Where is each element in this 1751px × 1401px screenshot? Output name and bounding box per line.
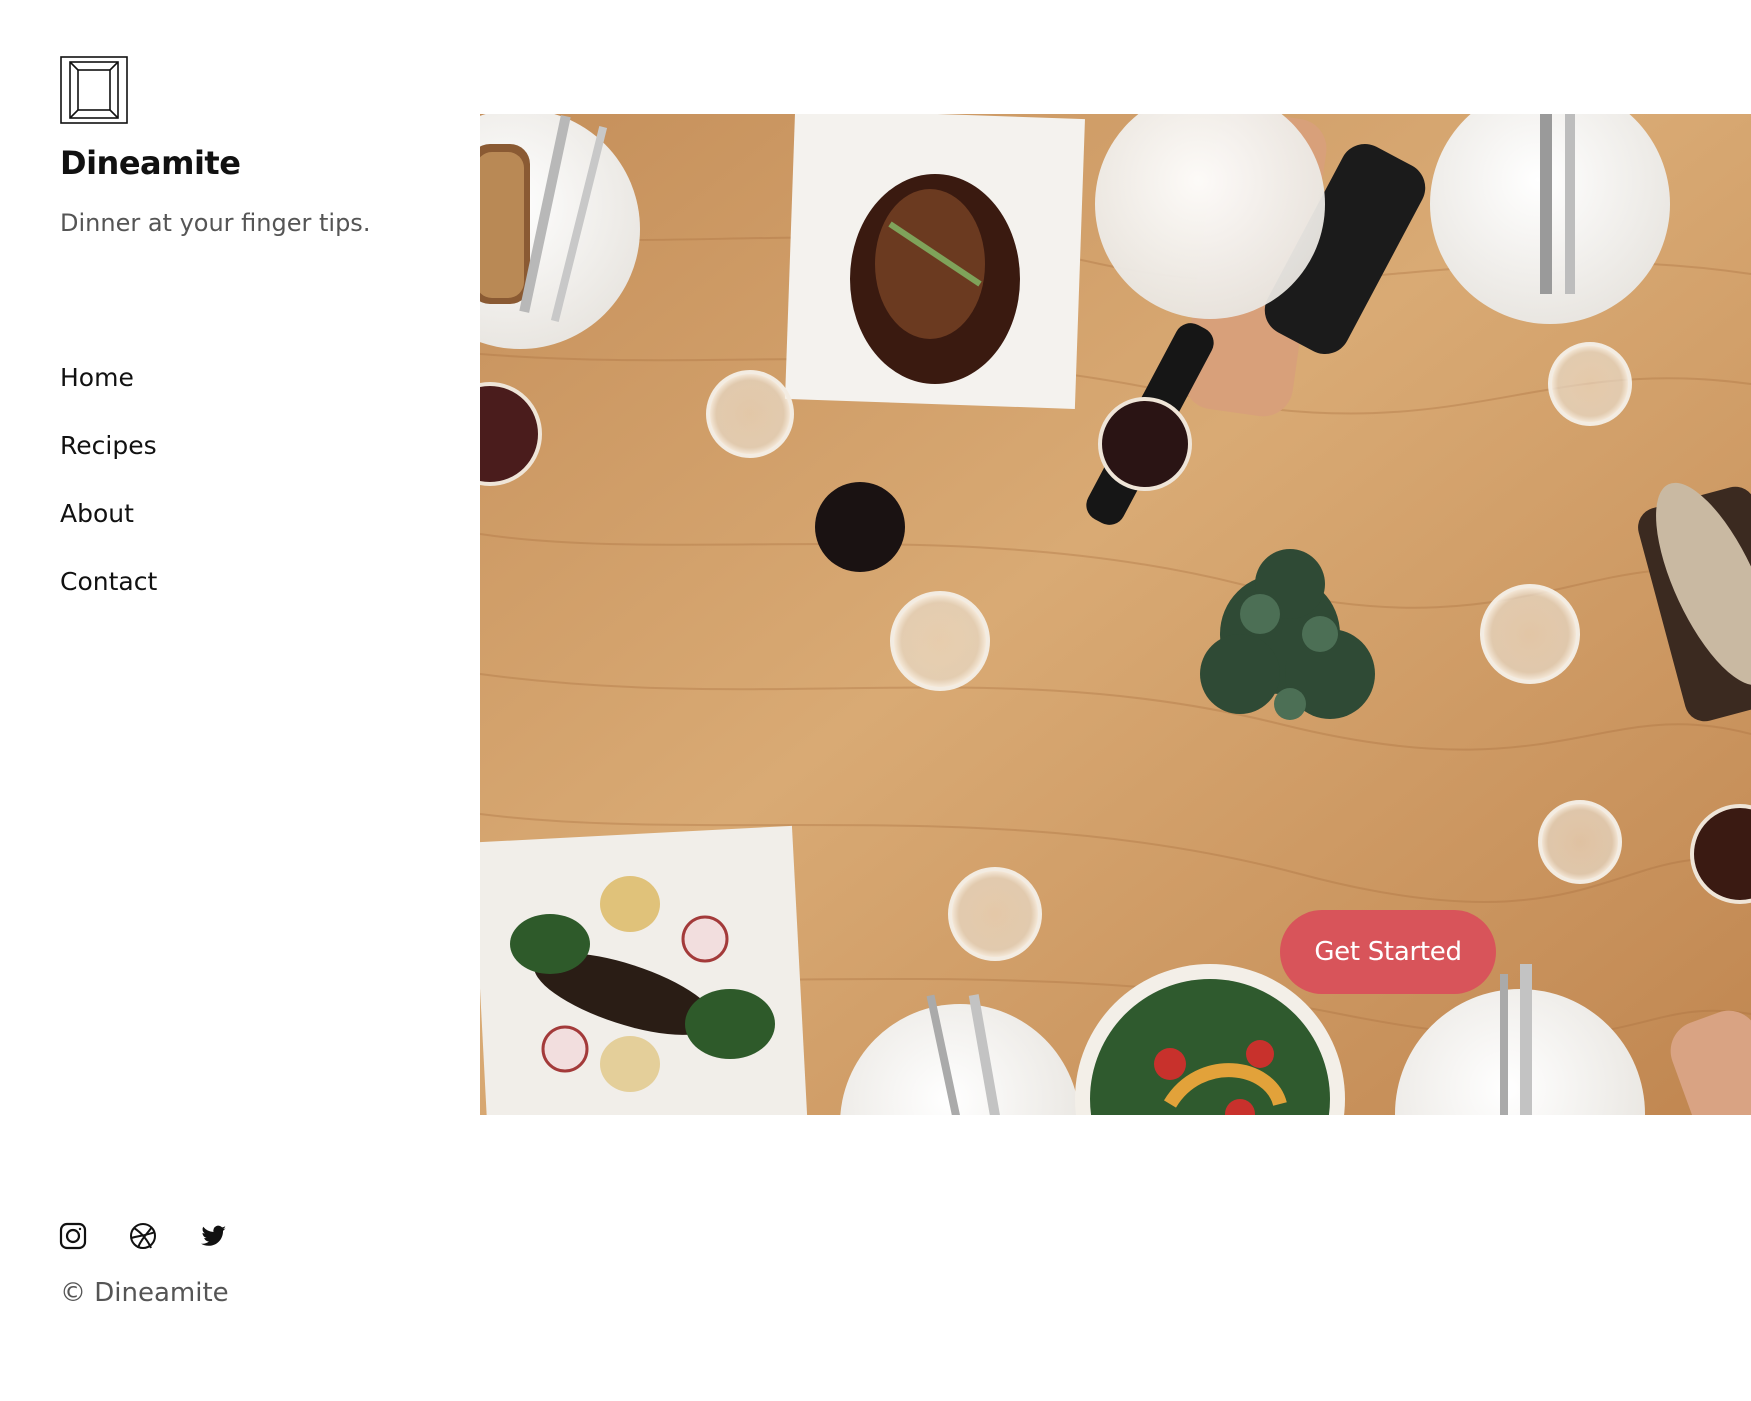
logo-icon[interactable] [60,56,128,124]
page: Dineamite Dinner at your finger tips. Ho… [0,0,1751,1401]
get-started-button[interactable]: Get Started [1280,910,1496,994]
nav-item-recipes[interactable]: Recipes [60,424,157,492]
copyright-text: © Dineamite [60,1278,229,1308]
hero-illustration [480,114,1751,1115]
nav-item-about[interactable]: About [60,492,157,560]
main-nav: Home Recipes About Contact [60,356,157,628]
social-links [58,1221,228,1251]
dribbble-icon[interactable] [128,1221,158,1251]
instagram-icon[interactable] [58,1221,88,1251]
nav-item-contact[interactable]: Contact [60,560,157,628]
site-title[interactable]: Dineamite [60,144,440,182]
sidebar: Dineamite Dinner at your finger tips. [60,56,440,240]
hero-image [480,114,1751,1115]
twitter-icon[interactable] [198,1221,228,1251]
nav-item-home[interactable]: Home [60,356,157,424]
site-tagline: Dinner at your finger tips. [60,209,371,238]
